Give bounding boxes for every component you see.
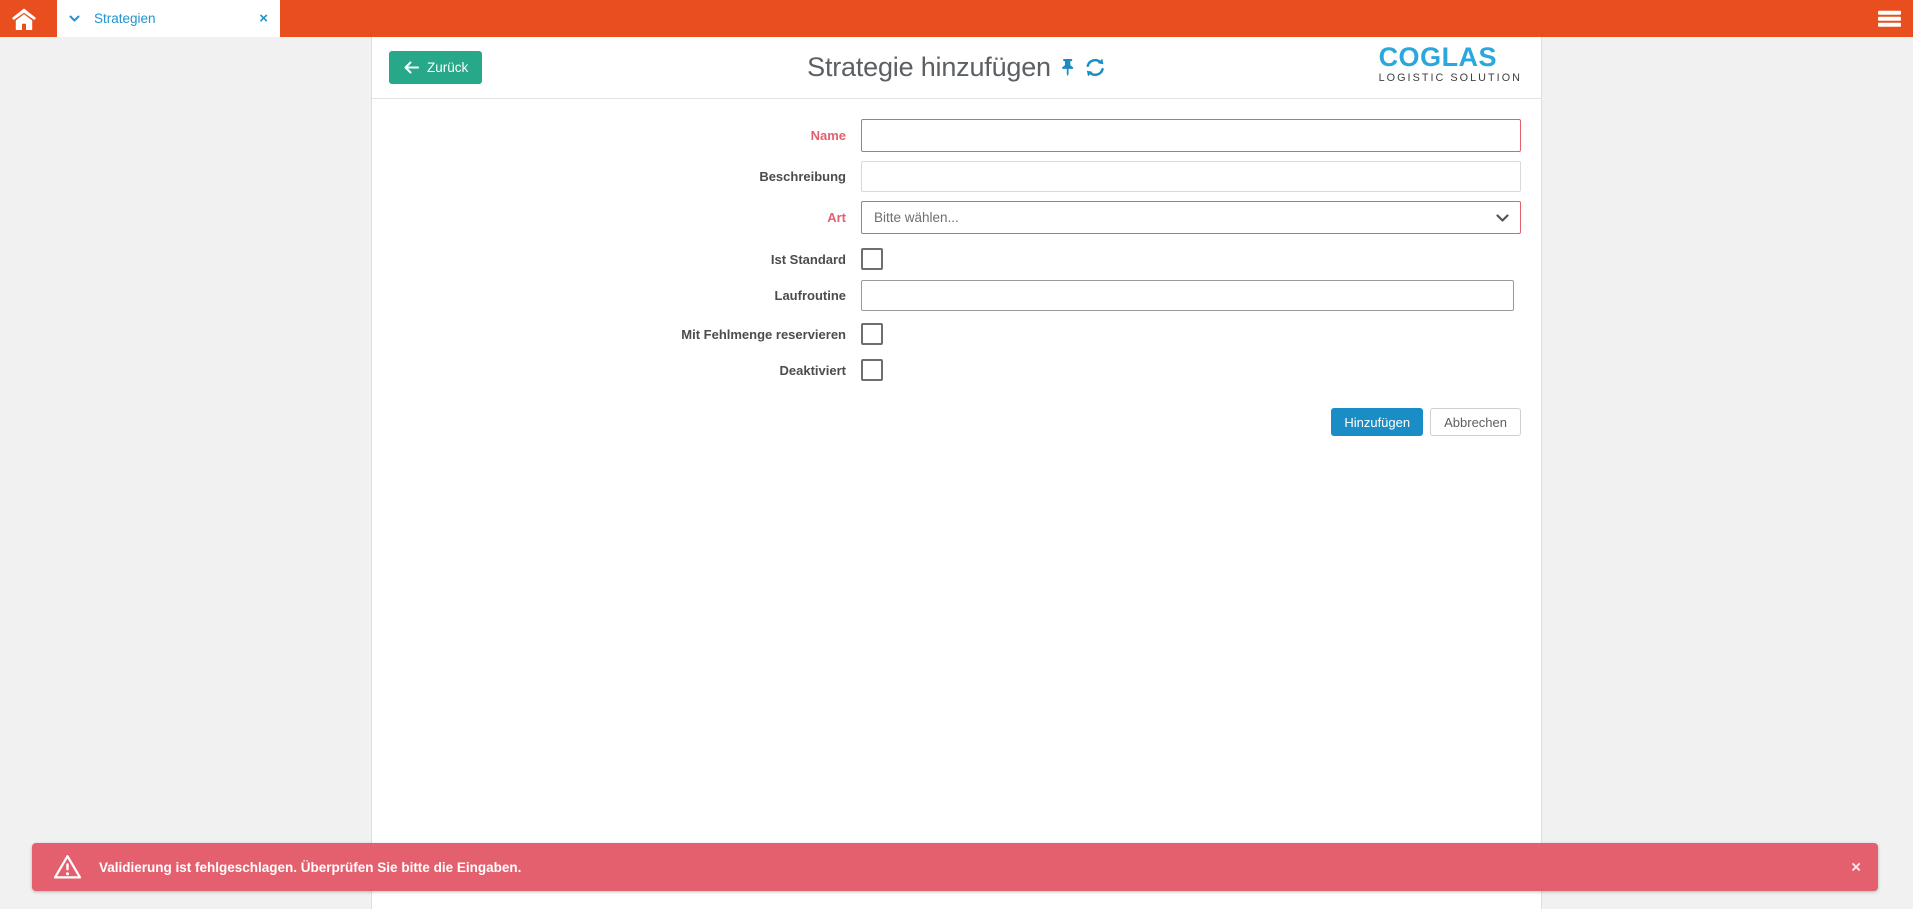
form-row-art: Art Bitte wählen... <box>372 201 1521 234</box>
panel-header: Zurück Strategie hinzufügen <box>372 37 1541 99</box>
ist-standard-label: Ist Standard <box>372 252 861 267</box>
back-button-label: Zurück <box>427 60 468 75</box>
beschreibung-input[interactable] <box>861 161 1521 192</box>
tab-strategien[interactable]: Strategien × <box>57 0 280 37</box>
form-row-deaktiviert: Deaktiviert <box>372 359 883 381</box>
coglas-logo: COGLAS LOGISTIC SOLUTION <box>1379 44 1522 84</box>
name-input[interactable] <box>861 119 1521 152</box>
laufroutine-input[interactable] <box>861 280 1514 311</box>
fehlmenge-checkbox[interactable] <box>861 323 883 345</box>
tab-close-icon[interactable]: × <box>259 11 268 26</box>
name-label: Name <box>372 128 861 143</box>
top-bar: Strategien × <box>0 0 1913 37</box>
form-row-name: Name <box>372 119 1521 152</box>
form-row-laufroutine: Laufroutine <box>372 280 1514 311</box>
submit-button[interactable]: Hinzufügen <box>1331 408 1423 436</box>
toast-message: Validierung ist fehlgeschlagen. Überprüf… <box>99 860 521 875</box>
ist-standard-checkbox[interactable] <box>861 248 883 270</box>
logo-tagline: LOGISTIC SOLUTION <box>1379 73 1522 84</box>
page-title: Strategie hinzufügen <box>807 52 1051 83</box>
form-row-ist-standard: Ist Standard <box>372 248 883 270</box>
logo-name: COGLAS <box>1379 44 1522 71</box>
home-icon <box>11 7 37 31</box>
fehlmenge-label: Mit Fehlmenge reservieren <box>372 327 861 342</box>
deaktiviert-checkbox[interactable] <box>861 359 883 381</box>
tab-label: Strategien <box>94 11 259 26</box>
content-panel: Zurück Strategie hinzufügen <box>371 37 1542 909</box>
home-button[interactable] <box>0 0 48 37</box>
chevron-down-icon[interactable] <box>69 15 80 22</box>
select-chevron-icon <box>1496 214 1509 222</box>
art-select[interactable]: Bitte wählen... <box>861 201 1521 234</box>
toast-close-icon[interactable]: × <box>1851 859 1861 876</box>
back-button[interactable]: Zurück <box>389 51 482 84</box>
form-row-fehlmenge: Mit Fehlmenge reservieren <box>372 323 883 345</box>
form-row-beschreibung: Beschreibung <box>372 161 1521 192</box>
art-label: Art <box>372 210 861 225</box>
refresh-icon[interactable] <box>1085 58 1106 77</box>
menu-icon[interactable] <box>1878 8 1901 29</box>
title-area: Strategie hinzufügen <box>807 37 1106 98</box>
cancel-button[interactable]: Abbrechen <box>1430 408 1521 436</box>
app-screen: Strategien × Zurück Strategie hinzufügen <box>0 0 1913 909</box>
beschreibung-label: Beschreibung <box>372 169 861 184</box>
pin-icon[interactable] <box>1060 58 1076 77</box>
deaktiviert-label: Deaktiviert <box>372 363 861 378</box>
error-toast: Validierung ist fehlgeschlagen. Überprüf… <box>32 843 1878 891</box>
art-select-value: Bitte wählen... <box>862 210 1496 225</box>
back-arrow-icon <box>403 61 419 74</box>
warning-icon <box>53 854 82 880</box>
laufroutine-label: Laufroutine <box>372 288 861 303</box>
form-actions: Hinzufügen Abbrechen <box>1331 408 1521 436</box>
